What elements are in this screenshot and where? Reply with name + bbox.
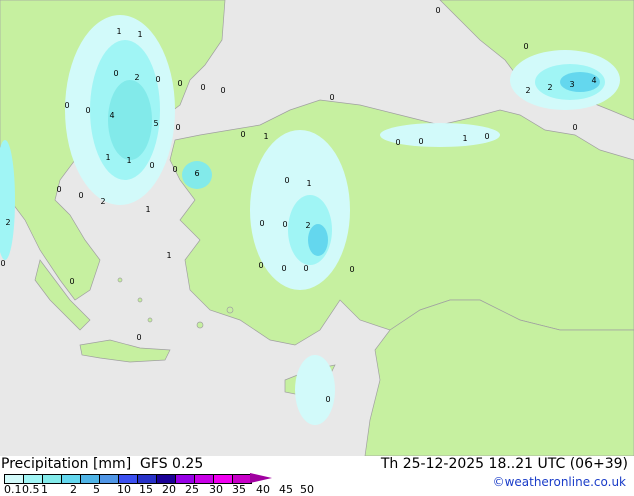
scale-swatch — [195, 475, 214, 483]
map-value-label: 1 — [306, 179, 311, 188]
map-value-label: 4 — [109, 111, 114, 120]
map-value-label: 0 — [172, 165, 177, 174]
scale-swatch — [157, 475, 176, 483]
map-value-label: 0 — [325, 395, 330, 404]
map-value-label: 2 — [547, 83, 552, 92]
map-value-label: 0 — [484, 132, 489, 141]
scale-swatch — [214, 475, 233, 483]
scale-swatch — [43, 475, 62, 483]
scale-swatch — [62, 475, 81, 483]
map-value-label: 0 — [303, 264, 308, 273]
map-value-label: 0 — [155, 75, 160, 84]
map-value-label: 0 — [85, 106, 90, 115]
scale-swatch — [233, 475, 251, 483]
scale-arrow — [250, 473, 272, 483]
map-value-label: 3 — [569, 80, 574, 89]
map-value-label: 0 — [175, 123, 180, 132]
map-value-label: 1 — [462, 134, 467, 143]
map-value-label: 2 — [525, 86, 530, 95]
map-value-label: 1 — [105, 153, 110, 162]
map-value-label: 0 — [435, 6, 440, 15]
map-value-label: 0 — [220, 86, 225, 95]
precipitation-map: 1 1 0 0 2 0 0 0 0 0 2 2 3 4 0 0 4 5 0 0 0 1 0 0 1 0 0 1 1 0 6 0 0 1 0 0 2 1 2 0… — [0, 0, 634, 456]
scale-swatch — [119, 475, 138, 483]
scale-swatch — [5, 475, 24, 483]
scale-swatch — [176, 475, 195, 483]
map-value-label: 0 — [240, 130, 245, 139]
scale-swatch — [24, 475, 43, 483]
scale-swatch — [100, 475, 119, 483]
map-value-label: 0 — [395, 138, 400, 147]
map-value-label: 0 — [113, 69, 118, 78]
map-value-label: 0 — [0, 259, 5, 268]
map-value-label: 0 — [349, 265, 354, 274]
map-value-label: 0 — [64, 101, 69, 110]
map-value-label: 2 — [305, 221, 310, 230]
map-value-label: 1 — [145, 205, 150, 214]
map-value-label: 2 — [100, 197, 105, 206]
map-value-label: 0 — [69, 277, 74, 286]
map-value-label: 0 — [177, 79, 182, 88]
credit-link[interactable]: ©weatheronline.co.uk — [493, 475, 626, 489]
map-value-label: 0 — [418, 137, 423, 146]
map-value-label: 0 — [136, 333, 141, 342]
map-value-label: 0 — [56, 185, 61, 194]
map-value-label: 0 — [282, 220, 287, 229]
map-value-label: 4 — [591, 76, 596, 85]
map-value-label: 1 — [116, 27, 121, 36]
map-value-label: 0 — [281, 264, 286, 273]
legend-footer: Precipitation [mm] GFS 0.25 Th 25-12-202… — [0, 456, 634, 496]
map-value-label: 1 — [126, 156, 131, 165]
scale-swatch — [138, 475, 157, 483]
map-value-label: 0 — [572, 123, 577, 132]
valid-time: Th 25-12-2025 18..21 UTC (06+39) — [380, 456, 628, 472]
map-value-label: 0 — [523, 42, 528, 51]
map-value-label: 1 — [263, 132, 268, 141]
map-value-label: 2 — [134, 73, 139, 82]
map-value-label: 5 — [153, 119, 158, 128]
map-value-label: 1 — [137, 30, 142, 39]
map-value-label: 0 — [149, 161, 154, 170]
map-value-label: 1 — [166, 251, 171, 260]
map-value-label: 0 — [284, 176, 289, 185]
map-title: Precipitation [mm] GFS 0.25 — [1, 456, 204, 472]
map-value-label: 0 — [200, 83, 205, 92]
map-value-label: 6 — [194, 169, 199, 178]
scale-swatch — [81, 475, 100, 483]
map-value-label: 2 — [5, 218, 10, 227]
map-value-label: 0 — [78, 191, 83, 200]
map-value-label: 0 — [258, 261, 263, 270]
map-value-label: 0 — [329, 93, 334, 102]
map-value-label: 0 — [259, 219, 264, 228]
